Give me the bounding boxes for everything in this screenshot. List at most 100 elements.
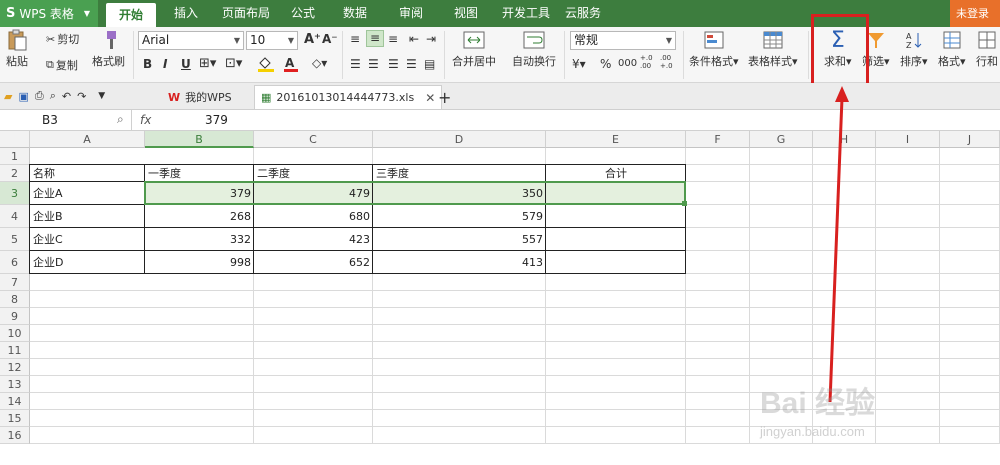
column-header[interactable]: C [254,131,373,148]
tab-home[interactable]: 开始 [106,3,156,27]
copy-button[interactable]: ⧉ 复制 [46,57,78,73]
chevron-down-icon[interactable]: ▼ [98,91,105,101]
justify-icon[interactable]: ☰ [406,57,417,71]
indent-decrease-icon[interactable]: ⇤ [409,32,419,46]
fill-color-icon[interactable] [256,55,278,76]
row-header[interactable]: 14 [0,393,30,410]
column-header[interactable]: G [750,131,813,148]
row-header[interactable]: 11 [0,342,30,359]
column-header[interactable]: E [546,131,686,148]
border-icon[interactable]: ⊞▾ [199,56,216,71]
login-button[interactable]: 未登录 [950,0,1000,27]
name-box[interactable]: B3 [0,110,132,130]
zoom-icon[interactable]: ⌕ [117,112,124,127]
row-header[interactable]: 7 [0,274,30,291]
print-icon[interactable]: ⎙ [35,89,44,103]
row-header[interactable]: 8 [0,291,30,308]
row-header[interactable]: 16 [0,427,30,444]
cut-button[interactable]: ✂ 剪切 [46,31,79,47]
wrap-text-button[interactable]: 自动换行 [512,29,556,69]
tab-cloud[interactable]: 云服务 [562,0,604,27]
font-name-select[interactable]: Arial ▼ [138,31,244,50]
tab-data[interactable]: 数据 [334,0,376,27]
table-cell[interactable]: 998 [145,251,254,274]
fill-handle[interactable] [682,201,687,206]
rows-cols-button[interactable]: 行和 [976,29,998,69]
increase-decimal-button[interactable]: +.0 .00 [640,54,658,70]
new-tab-button[interactable]: + [432,85,457,109]
align-center-icon[interactable]: ☰ [368,57,379,71]
tab-review[interactable]: 审阅 [390,0,432,27]
tab-formulas[interactable]: 公式 [282,0,324,27]
sort-button[interactable]: AZ 排序▾ [900,29,928,69]
table-cell[interactable]: 680 [254,205,373,228]
select-all-corner[interactable] [0,131,30,148]
underline-button[interactable]: U [181,57,191,71]
table-cell[interactable]: 企业B [30,205,145,228]
table-cell[interactable]: 268 [145,205,254,228]
number-format-select[interactable]: 常规 ▼ [570,31,676,50]
format-button[interactable]: 格式▾ [938,29,966,69]
row-header[interactable]: 6 [0,251,30,274]
table-header-cell[interactable]: 名称 [30,165,145,182]
bold-button[interactable]: B [143,57,152,71]
undo-icon[interactable]: ↶ [62,90,71,103]
font-size-select[interactable]: 10 ▼ [246,31,298,50]
align-top-icon[interactable]: ≡ [350,32,360,46]
table-cell[interactable]: 企业C [30,228,145,251]
table-cell[interactable]: 企业A [30,182,145,205]
tab-my-wps[interactable]: W 我的WPS [162,85,238,109]
app-menu-button[interactable]: S WPS 表格 ▼ [0,0,98,27]
table-cell[interactable]: 579 [373,205,546,228]
column-header[interactable]: H [813,131,876,148]
percent-button[interactable]: % [600,57,611,71]
folder-icon[interactable]: ▰ [4,90,12,103]
table-cell[interactable]: 413 [373,251,546,274]
table-header-cell[interactable]: 三季度 [373,165,546,182]
row-header[interactable]: 9 [0,308,30,325]
table-header-cell[interactable]: 合计 [546,165,686,182]
align-middle-icon[interactable]: ≡ [366,30,384,47]
row-header[interactable]: 10 [0,325,30,342]
table-cell[interactable]: 652 [254,251,373,274]
align-right-icon[interactable]: ☰ [388,57,399,71]
merge-center-button[interactable]: 合并居中 [452,29,496,69]
font-color-icon[interactable]: A [282,55,304,76]
column-header[interactable]: A [30,131,145,148]
column-header[interactable]: D [373,131,546,148]
align-bottom-icon[interactable]: ≡ [388,32,398,46]
table-header-cell[interactable]: 二季度 [254,165,373,182]
save-icon[interactable]: ▣ [18,90,28,103]
table-cell[interactable] [546,228,686,251]
table-cell[interactable] [546,251,686,274]
row-header[interactable]: 1 [0,148,30,165]
row-header[interactable]: 3 [0,182,30,205]
redo-icon[interactable]: ↷ [77,90,86,103]
row-header[interactable]: 15 [0,410,30,427]
fx-icon[interactable]: fx [140,110,151,130]
preview-icon[interactable]: ⌕ [50,89,56,103]
table-cell[interactable] [546,205,686,228]
conditional-format-button[interactable]: 条件格式▾ [689,29,739,69]
currency-icon[interactable]: ¥▾ [572,57,586,71]
tab-view[interactable]: 视图 [445,0,487,27]
column-header[interactable]: J [940,131,1000,148]
cell-style-icon[interactable]: ⊡▾ [225,56,242,71]
table-cell[interactable]: 332 [145,228,254,251]
row-header[interactable]: 4 [0,205,30,228]
paste-button[interactable]: 粘贴 [6,29,28,69]
distribute-icon[interactable]: ▤ [424,57,435,71]
clear-format-icon[interactable]: ◇▾ [312,56,327,70]
tab-developer[interactable]: 开发工具 [498,0,554,27]
table-header-cell[interactable]: 一季度 [145,165,254,182]
indent-increase-icon[interactable]: ⇥ [426,32,436,46]
table-cell[interactable]: 企业D [30,251,145,274]
column-header[interactable]: F [686,131,750,148]
column-header[interactable]: B [145,131,254,148]
tab-file[interactable]: ▦ 20161013014444773.xls ✕ [254,85,443,109]
table-cell[interactable]: 423 [254,228,373,251]
row-header[interactable]: 5 [0,228,30,251]
italic-button[interactable]: I [163,57,167,71]
format-painter-button[interactable]: 格式刷 [92,29,125,69]
row-header[interactable]: 2 [0,165,30,182]
